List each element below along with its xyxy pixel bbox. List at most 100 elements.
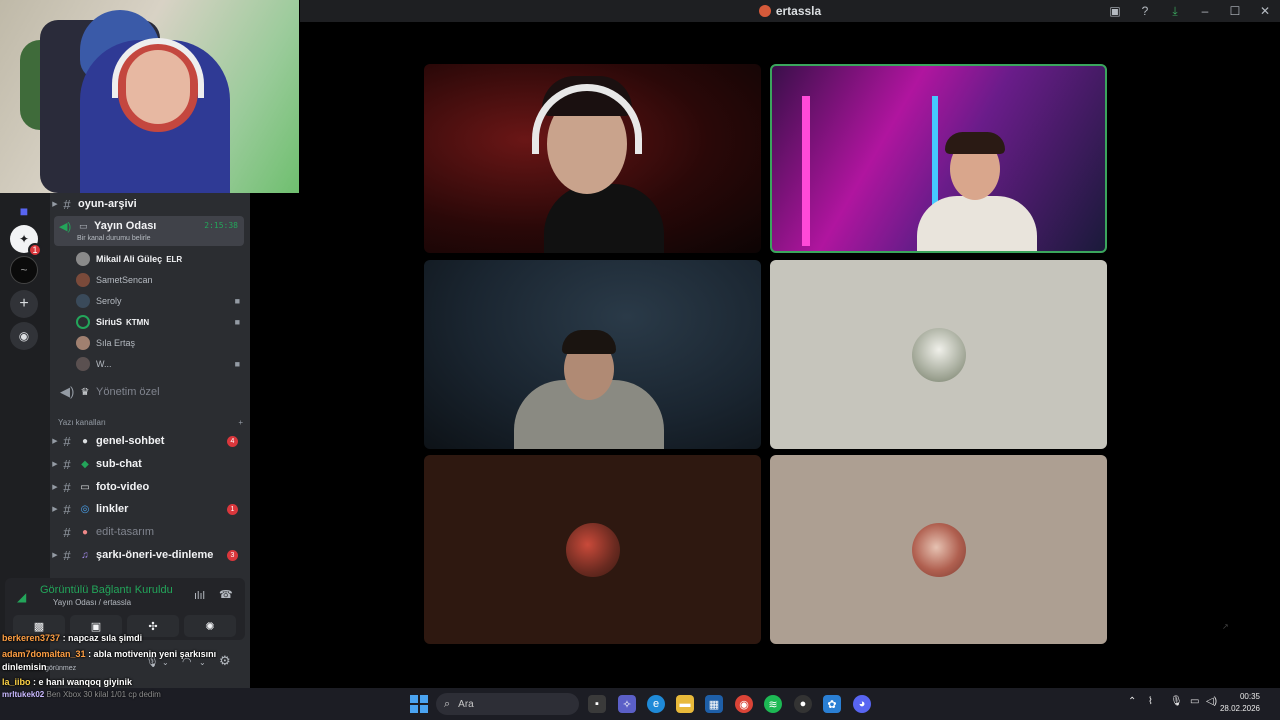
search-placeholder: Ara: [458, 698, 474, 710]
noise-suppression-icon[interactable]: ılıl: [194, 590, 205, 602]
discord-icon[interactable]: ◕: [853, 695, 871, 713]
channel-name: edit-tasarım: [96, 526, 155, 538]
camera-icon: ■: [234, 296, 240, 306]
voice-member[interactable]: Sıla Ertaş: [76, 333, 244, 353]
obs-icon[interactable]: ●: [794, 695, 812, 713]
maximize-icon[interactable]: ☐: [1220, 4, 1250, 18]
member-name: Seroly: [96, 296, 122, 306]
folder-icon[interactable]: ■: [10, 197, 38, 225]
video-tile[interactable]: [424, 64, 761, 253]
video-tile[interactable]: [770, 260, 1107, 449]
server-icon: [758, 5, 771, 17]
window-controls: ▣ ? ⤓ – ☐ ✕: [1100, 0, 1280, 22]
video-tile[interactable]: [424, 260, 761, 449]
server-item-active[interactable]: ✦ 1: [10, 225, 42, 257]
chat-message: : abla motivenin yeni şarkısını: [88, 649, 217, 659]
participant-body: [544, 184, 664, 253]
channel-linkler[interactable]: ▶ # ◎ linkler 1: [50, 498, 250, 520]
video-tile-speaking[interactable]: [770, 64, 1107, 253]
chevron-up-icon[interactable]: ⌃: [1128, 696, 1136, 707]
microphone-icon[interactable]: 🎙: [1170, 696, 1183, 707]
voice-member[interactable]: SiriuS KTMN ■: [76, 312, 244, 332]
file-explorer-icon[interactable]: ▬: [676, 695, 694, 713]
copilot-icon[interactable]: ✧: [618, 695, 636, 713]
channel-list: ▶ # oyun-arşivi ◀) ▭ Yayın Odası Bir kan…: [50, 193, 250, 578]
chat-message: Ben Xbox 30 kilal 1/01 cp dedim: [46, 690, 161, 699]
inbox-icon[interactable]: ▣: [1100, 4, 1130, 18]
video-tile[interactable]: [770, 455, 1107, 644]
screen: ertassla ▣ ? ⤓ – ☐ ✕ ■ ✦ 1 ~ + ◉ ▶ # oyun…: [0, 0, 1280, 720]
server-item[interactable]: ~: [10, 256, 38, 284]
task-view-icon[interactable]: ▪: [588, 695, 606, 713]
start-button[interactable]: [410, 695, 428, 713]
taskbar-search[interactable]: ⌕ Ara: [436, 693, 579, 715]
spotify-icon[interactable]: ≋: [764, 695, 782, 713]
channel-foto-video[interactable]: ▶ # ▭ foto-video: [50, 476, 250, 498]
edge-icon[interactable]: e: [647, 695, 665, 713]
member-name: Sıla Ertaş: [96, 338, 136, 348]
speaker-icon: ◀): [60, 384, 75, 399]
close-icon[interactable]: ✕: [1250, 4, 1280, 18]
channel-name: genel-sohbet: [96, 435, 165, 447]
member-name: W...: [96, 359, 112, 369]
connection-location: Yayın Odası / ertassla: [53, 598, 132, 607]
hash-icon: #: [63, 501, 71, 517]
chat-user: la_iibo: [2, 677, 31, 687]
add-channel-icon[interactable]: +: [238, 418, 243, 427]
disconnect-icon[interactable]: ☎: [219, 588, 233, 601]
tv-icon: ▭: [79, 221, 88, 231]
voice-member[interactable]: Mikail Ali Güleç ELR: [76, 249, 244, 269]
member-name: SametSencan: [96, 275, 153, 285]
voice-member[interactable]: SametSencan: [76, 270, 244, 290]
chat-user: adam7domaltan_31: [2, 649, 86, 659]
system-clock[interactable]: 00:35 28.02.2026: [1220, 691, 1260, 715]
discover-icon[interactable]: ◉: [10, 322, 38, 350]
channel-yonetim-ozel[interactable]: ◀) ♛ Yönetim özel: [50, 381, 250, 403]
store-icon[interactable]: ▦: [705, 695, 723, 713]
chat-message: : napcaz sıla şimdi: [62, 633, 143, 643]
window-title: ertassla: [775, 4, 822, 18]
avatar: [76, 273, 90, 287]
server-badge: 1: [28, 243, 42, 257]
hash-icon: #: [63, 456, 71, 472]
avatar: [76, 336, 90, 350]
voice-channel-status[interactable]: Bir kanal durumu belirle: [77, 235, 151, 242]
voice-member[interactable]: W... ■: [76, 354, 244, 374]
voice-member[interactable]: Seroly ■: [76, 291, 244, 311]
app-icon[interactable]: ✿: [823, 695, 841, 713]
channel-sarki-oneri[interactable]: ▶ # ♫ şarkı-öneri-ve-dinleme 3: [50, 544, 250, 566]
channel-genel-sohbet[interactable]: ▶ # ● genel-sohbet 4: [50, 430, 250, 452]
video-tile[interactable]: [424, 455, 761, 644]
music-icon: ♫: [81, 549, 89, 561]
display-icon[interactable]: ▭: [1190, 696, 1199, 707]
volume-icon[interactable]: ◁): [1206, 696, 1217, 707]
clock-date: 28.02.2026: [1219, 704, 1260, 713]
add-server-icon[interactable]: +: [10, 290, 38, 318]
chat-message: : e hani wanqoq giyinik: [33, 677, 133, 687]
hash-icon: #: [63, 479, 71, 495]
unread-badge: 1: [227, 503, 238, 515]
chat-line: dinlemisin: [2, 660, 47, 674]
hash-icon: #: [63, 547, 71, 563]
help-icon[interactable]: ?: [1130, 4, 1160, 18]
channel-oyun-arsivi[interactable]: ▶ # oyun-arşivi: [50, 193, 250, 215]
chrome-icon[interactable]: ◉: [735, 695, 753, 713]
participant-avatar: [565, 522, 620, 577]
taskbar-chat-line: mrltukek02 Ben Xbox 30 kilal 1/01 cp ded…: [2, 690, 161, 699]
voice-channel-active[interactable]: ◀) ▭ Yayın Odası Bir kanal durumu belirl…: [54, 216, 244, 246]
channel-edit-tasarim[interactable]: # ● edit-tasarım: [50, 521, 250, 543]
network-icon[interactable]: ⌇: [1148, 696, 1153, 707]
taskbar: mrltukek02 Ben Xbox 30 kilal 1/01 cp ded…: [0, 688, 1280, 720]
minimize-icon[interactable]: –: [1190, 4, 1220, 18]
chat-user: berkeren3737: [2, 633, 61, 643]
chat-user: mrltukek02: [2, 690, 45, 699]
participant-hair: [562, 330, 616, 354]
connection-status[interactable]: Görüntülü Bağlantı Kuruldu: [40, 584, 173, 596]
category-header[interactable]: Yazı kanalları +: [58, 418, 243, 427]
channel-sub-chat[interactable]: ▶ # ◆ sub-chat: [50, 453, 250, 475]
chevron-right-icon: ▶: [52, 201, 58, 208]
title-bar: ertassla ▣ ? ⤓ – ☐ ✕: [300, 0, 1280, 22]
download-icon[interactable]: ⤓: [1160, 4, 1190, 19]
led-strip: [932, 96, 938, 216]
chevron-right-icon: ▶: [52, 484, 58, 491]
